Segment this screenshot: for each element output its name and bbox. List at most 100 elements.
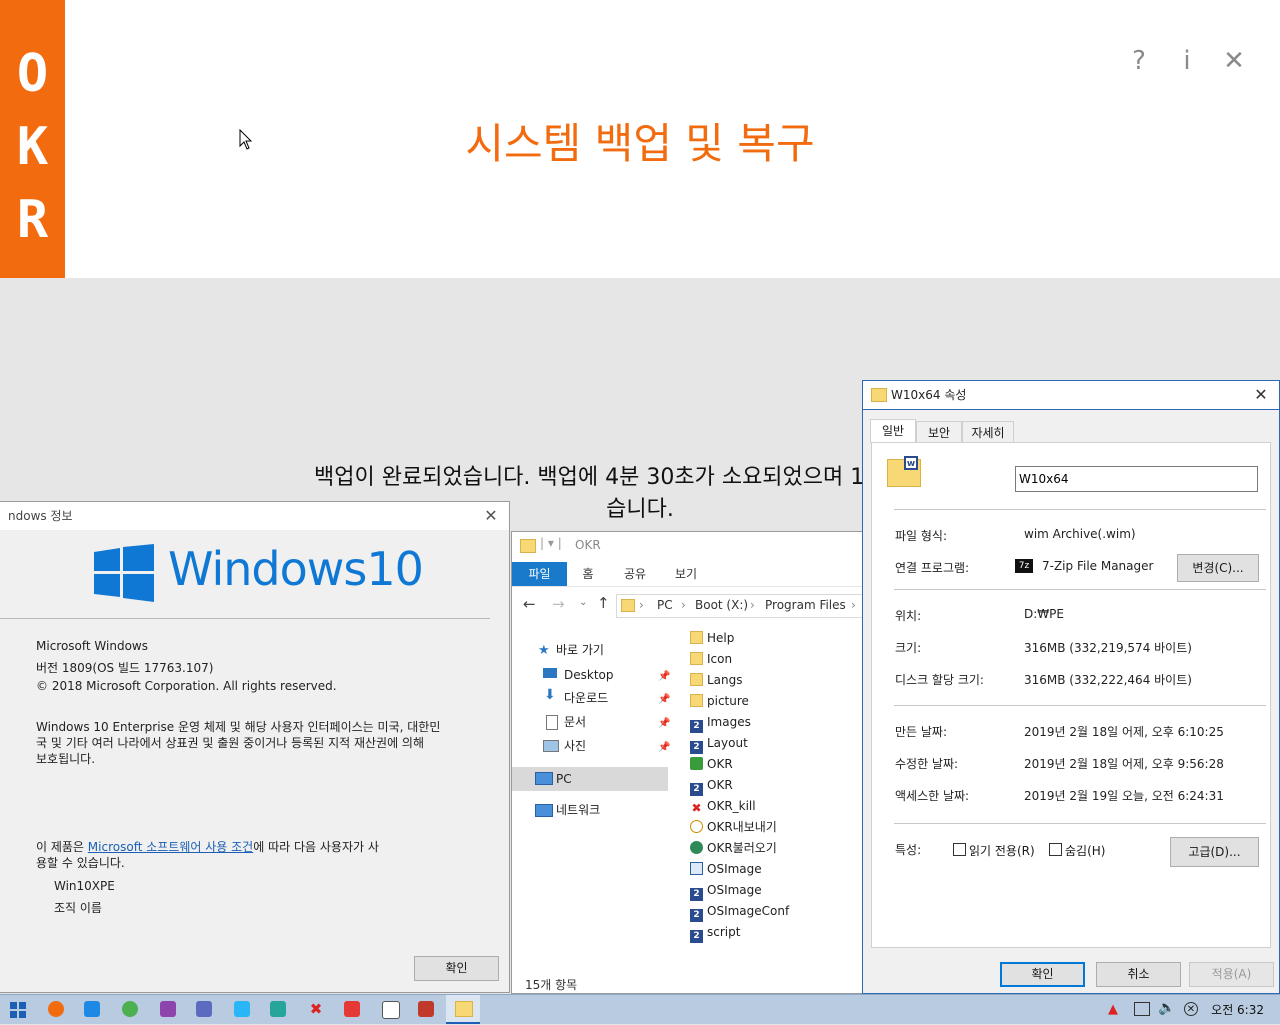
forward-arrow-icon[interactable]: → xyxy=(552,595,565,613)
file-item[interactable]: OKR내보내기 xyxy=(690,817,777,838)
desktop-icon xyxy=(543,668,557,678)
file-item[interactable]: OKR xyxy=(690,754,733,775)
close-icon[interactable]: ✕ xyxy=(479,502,503,530)
tab-view[interactable]: 보기 xyxy=(668,562,704,586)
modified-label: 수정한 날짜: xyxy=(895,757,959,771)
license-terms-link[interactable]: Microsoft 소프트웨어 사용 조건 xyxy=(88,840,253,854)
change-button[interactable]: 변경(C)... xyxy=(1177,554,1259,582)
item-count: 15개 항목 xyxy=(525,978,578,992)
tab-file[interactable]: 파일 xyxy=(512,562,567,586)
file-item[interactable]: 2 Images xyxy=(690,712,751,733)
readonly-checkbox[interactable]: 읽기 전용(R) xyxy=(953,842,1035,859)
nav-network[interactable]: 네트워크 xyxy=(556,800,600,820)
nav-pictures[interactable]: 사진 xyxy=(564,736,586,756)
divider xyxy=(0,618,490,619)
okr-kill-icon[interactable]: ✖ xyxy=(308,1001,324,1017)
window-app-icon[interactable] xyxy=(382,1001,400,1019)
download-icon: ⬇ xyxy=(544,687,556,703)
licensed-user: Win10XPE xyxy=(54,879,115,893)
file-item[interactable]: Langs xyxy=(690,670,743,691)
help-button[interactable]: ? xyxy=(1124,44,1154,78)
windows-icon[interactable] xyxy=(234,1001,250,1017)
file-type-label: 파일 형식: xyxy=(895,529,948,543)
file-item[interactable]: Help xyxy=(690,628,734,649)
os-version: 버전 1809(OS 빌드 17763.107) xyxy=(36,661,214,675)
created-label: 만든 날짜: xyxy=(895,725,948,739)
app-icon[interactable] xyxy=(344,1001,360,1017)
nav-downloads[interactable]: 다운로드 xyxy=(564,688,608,708)
nav-desktop[interactable]: Desktop xyxy=(564,665,614,685)
tab-security[interactable]: 보안 xyxy=(916,421,962,443)
app-icon[interactable] xyxy=(196,1001,212,1017)
app-icon[interactable] xyxy=(48,1001,64,1017)
size-label: 크기: xyxy=(895,641,922,655)
tab-share[interactable]: 공유 xyxy=(616,562,654,586)
ok-button[interactable]: 확인 xyxy=(414,956,499,981)
license-text-2: 용할 수 있습니다. xyxy=(36,856,125,870)
import-icon xyxy=(690,841,703,854)
created-value: 2019년 2월 18일 어제, 오후 6:10:25 xyxy=(1024,725,1224,739)
recent-dropdown-icon[interactable]: ⌄ xyxy=(579,597,587,608)
back-arrow-icon[interactable]: ← xyxy=(523,595,536,613)
close-circle-icon[interactable]: ✕ xyxy=(1184,1002,1198,1016)
start-button-icon[interactable] xyxy=(10,1002,26,1018)
folder-icon xyxy=(621,599,635,612)
file-item[interactable]: Icon xyxy=(690,649,732,670)
tab-general[interactable]: 일반 xyxy=(870,419,916,443)
app-icon[interactable] xyxy=(270,1001,286,1017)
apply-button[interactable]: 적용(A) xyxy=(1189,962,1274,987)
legal-text-1: Windows 10 Enterprise 운영 체제 및 해당 사용자 인터페… xyxy=(36,720,441,734)
breadcrumb-pc[interactable]: PC xyxy=(657,598,673,612)
close-button[interactable]: ✕ xyxy=(1219,44,1249,78)
media-player-icon[interactable] xyxy=(84,1001,100,1017)
script-file-icon: 2 xyxy=(690,909,703,922)
cancel-button[interactable]: 취소 xyxy=(1096,962,1181,987)
file-item[interactable]: 2 script xyxy=(690,922,740,943)
folder-icon xyxy=(871,388,887,402)
size-value: 316MB (332,219,574 바이트) xyxy=(1024,641,1192,655)
volume-icon[interactable]: 🔈 xyxy=(1158,1000,1175,1016)
file-item[interactable]: ✖ OKR_kill xyxy=(690,796,755,817)
pin-icon: 📌 xyxy=(658,718,671,729)
divider xyxy=(894,509,1266,510)
file-item[interactable]: 2 OKR xyxy=(690,775,733,796)
up-arrow-icon[interactable]: ↑ xyxy=(597,594,610,612)
window-app-icon xyxy=(690,862,703,875)
active-window-button[interactable] xyxy=(446,995,480,1024)
document-icon xyxy=(546,715,558,730)
quick-access-toolbar[interactable]: | ▾ | xyxy=(540,536,562,550)
advanced-button[interactable]: 고급(D)... xyxy=(1170,837,1259,867)
close-icon[interactable]: ✕ xyxy=(1249,381,1273,409)
nav-documents[interactable]: 문서 xyxy=(564,712,586,732)
breadcrumb-boot[interactable]: Boot (X:) xyxy=(695,598,748,612)
script-file-icon: 2 xyxy=(690,783,703,796)
filename-input[interactable] xyxy=(1015,466,1258,492)
about-windows-dialog: ndows 정보 ✕ Windows10 Microsoft Windows 버… xyxy=(0,501,510,993)
file-item[interactable]: OSImage xyxy=(690,859,762,880)
app-icon[interactable] xyxy=(418,1001,434,1017)
breadcrumb[interactable]: › PC › Boot (X:) › Program Files › xyxy=(616,594,868,618)
ok-button[interactable]: 확인 xyxy=(1000,962,1085,987)
tab-details[interactable]: 자세히 xyxy=(962,421,1014,443)
properties-dialog: W10x64 속성 ✕ 일반 보안 자세히 w 파일 형식: wim Archi… xyxy=(862,380,1280,994)
tab-home[interactable]: 홈 xyxy=(570,562,606,586)
app-icon[interactable] xyxy=(160,1001,176,1017)
breadcrumb-program-files[interactable]: Program Files xyxy=(765,598,846,612)
hidden-checkbox[interactable]: 숨김(H) xyxy=(1049,842,1105,859)
tray-icon[interactable]: ▲ xyxy=(1108,1002,1118,1017)
info-button[interactable]: i xyxy=(1172,44,1202,78)
folder-icon xyxy=(690,673,703,686)
file-item[interactable]: 2 OSImage xyxy=(690,880,762,901)
nav-pc[interactable]: PC xyxy=(556,769,572,789)
file-item[interactable]: OKR불러오기 xyxy=(690,838,777,859)
window-title: OKR xyxy=(575,538,601,552)
nav-quick-access[interactable]: 바로 가기 xyxy=(556,640,604,660)
chrome-icon[interactable] xyxy=(122,1001,138,1017)
file-item[interactable]: picture xyxy=(690,691,749,712)
copyright: © 2018 Microsoft Corporation. All rights… xyxy=(36,679,337,693)
file-item[interactable]: 2 OSImageConf xyxy=(690,901,789,922)
file-item[interactable]: 2 Layout xyxy=(690,733,748,754)
divider xyxy=(894,589,1266,590)
clock[interactable]: 오전 6:32 xyxy=(1211,995,1264,1025)
network-icon[interactable] xyxy=(1134,1002,1150,1016)
